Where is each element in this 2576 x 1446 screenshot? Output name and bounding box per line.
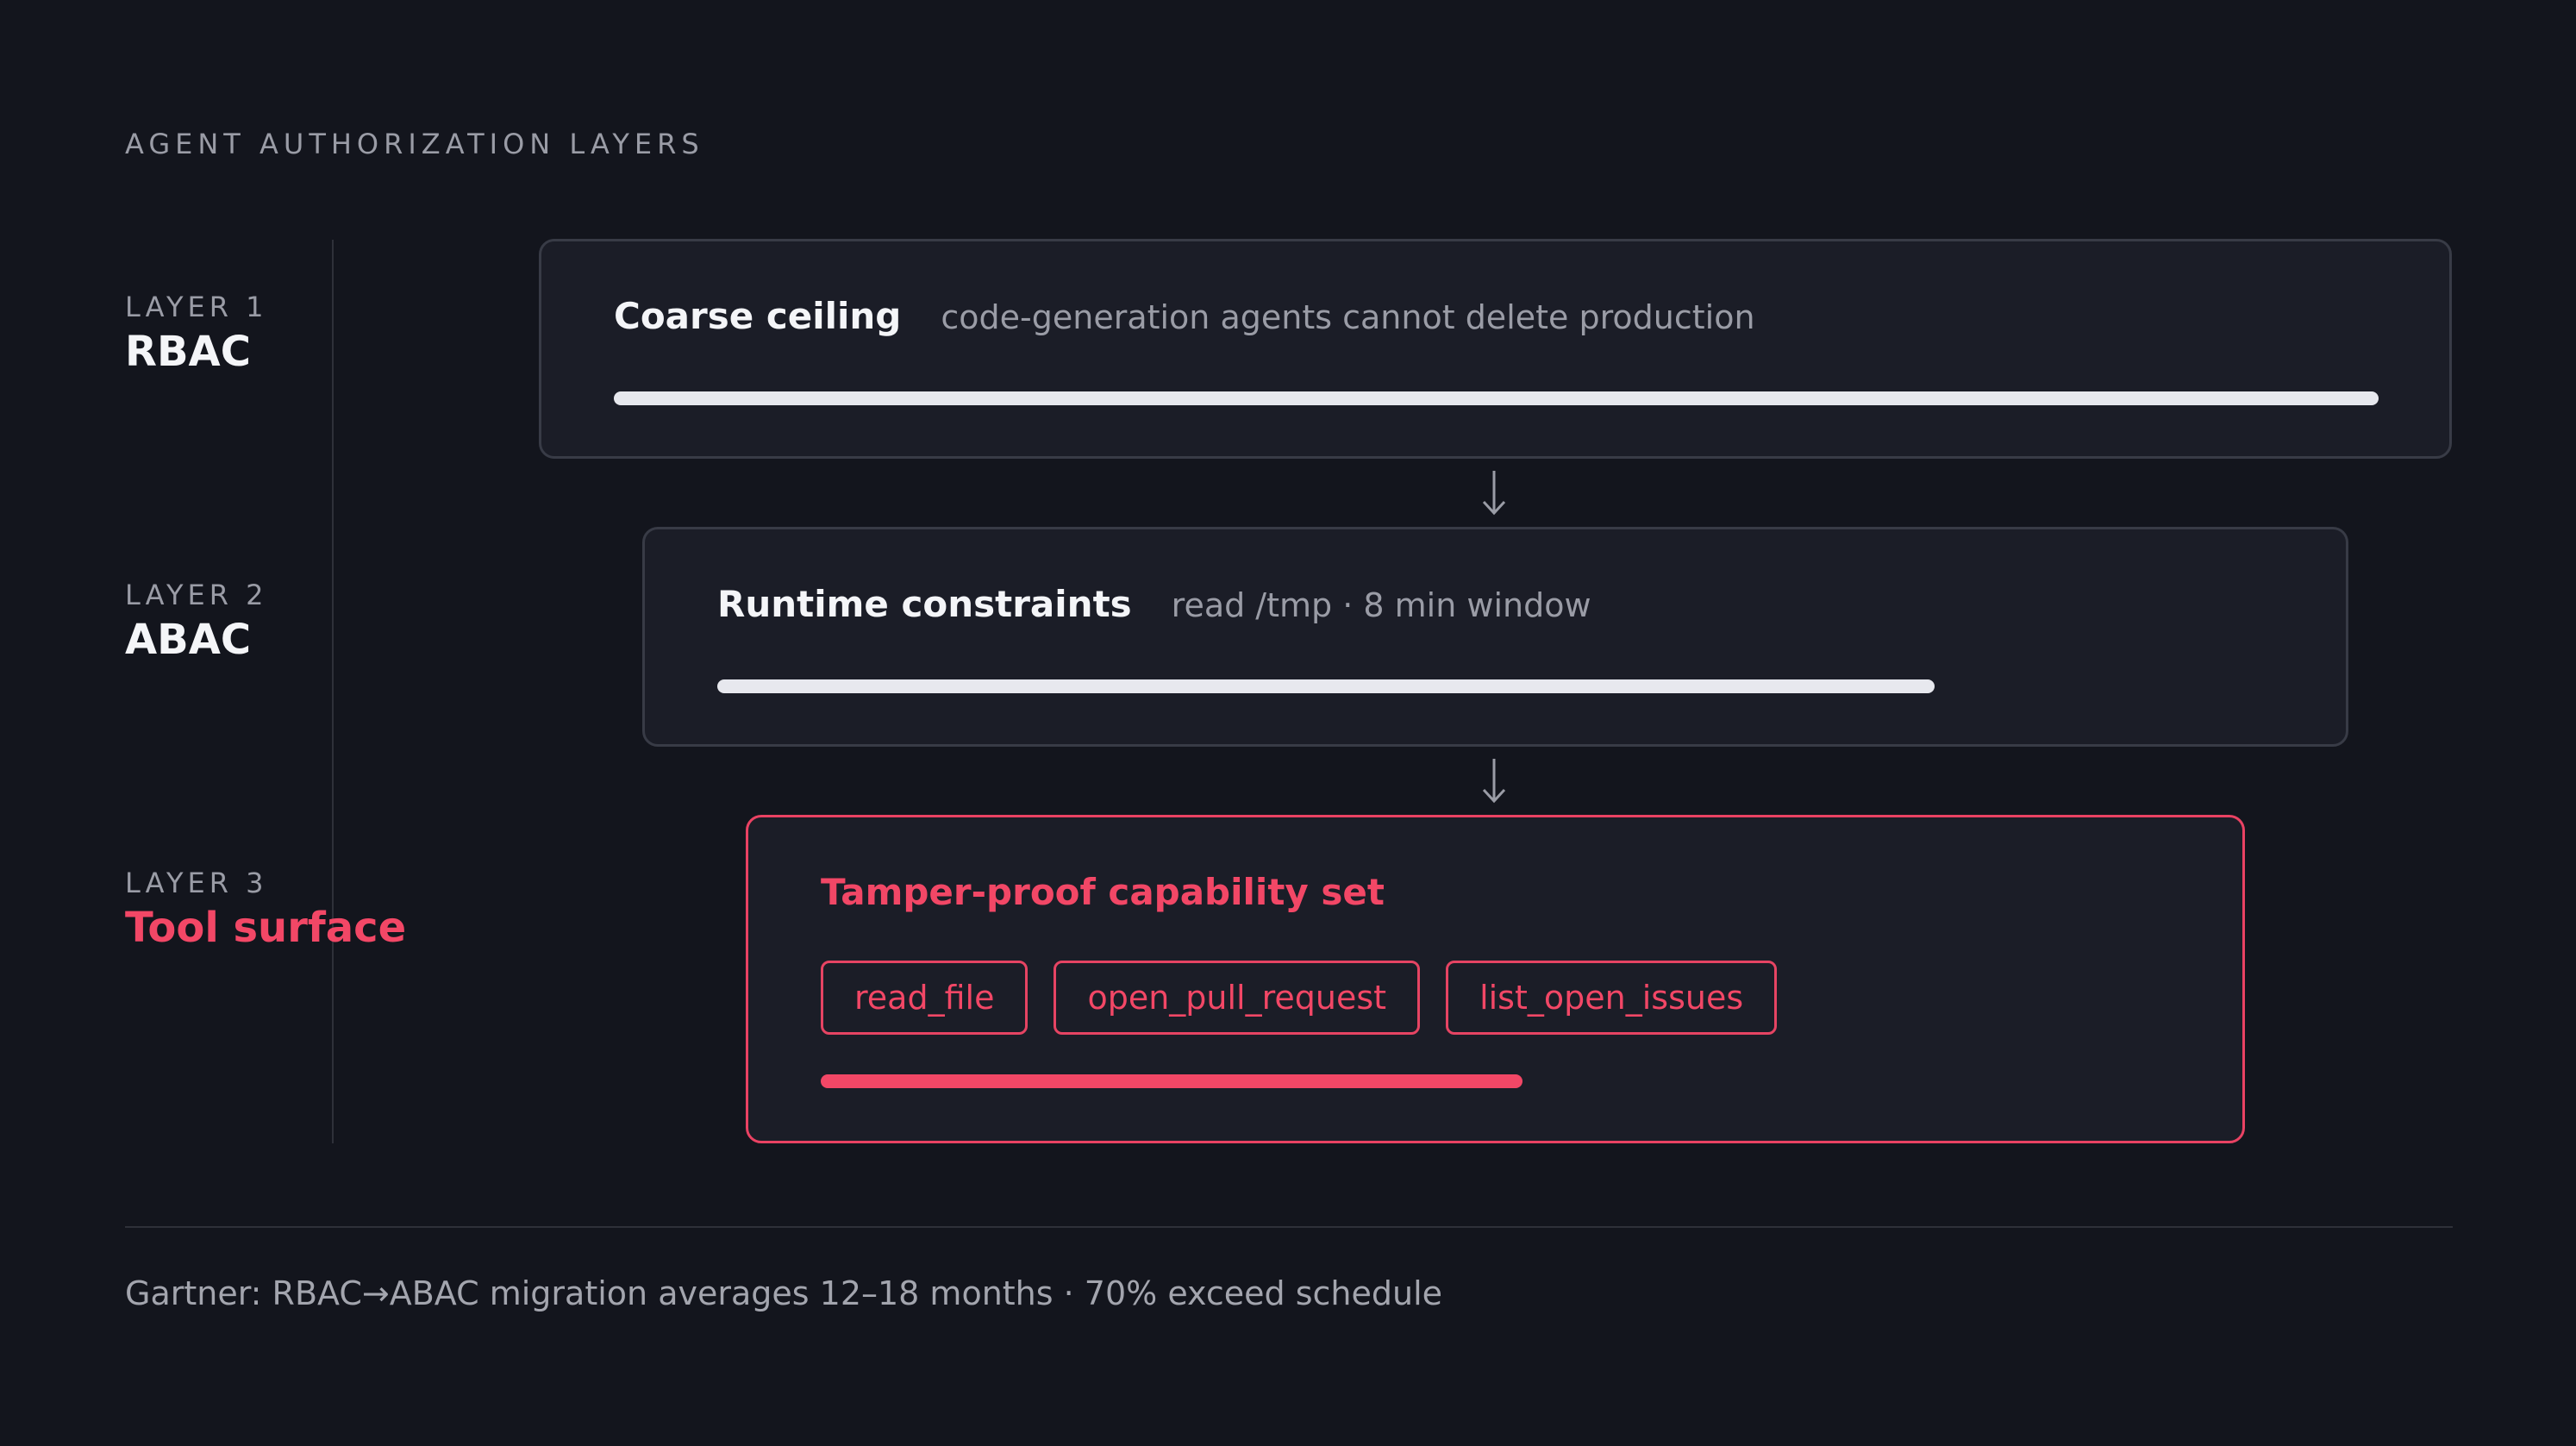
layer-3-name: Tool surface	[125, 904, 407, 952]
tool-chip-list: read_file open_pull_request list_open_is…	[821, 961, 1778, 1035]
layer-1-card-header: Coarse ceiling code-generation agents ca…	[614, 295, 1755, 337]
layer-2-name: ABAC	[125, 616, 252, 664]
layer-2-card: Runtime constraints read /tmp · 8 min wi…	[642, 527, 2348, 747]
layer-2-kicker: LAYER 2	[125, 579, 268, 611]
layer-3-card-header: Tamper-proof capability set	[821, 871, 1385, 913]
arrow-down-icon	[1482, 471, 1506, 516]
layer-1-name: RBAC	[125, 328, 251, 376]
layer-1-card-title: Coarse ceiling	[614, 295, 902, 337]
layer-3-kicker: LAYER 3	[125, 867, 268, 899]
tool-chip-list-open-issues[interactable]: list_open_issues	[1446, 961, 1778, 1035]
layer-2-card-subtitle: read /tmp · 8 min window	[1171, 586, 1591, 624]
tool-chip-read-file[interactable]: read_file	[821, 961, 1029, 1035]
layer-1-label: LAYER 1 RBAC	[125, 291, 268, 376]
layer-3-scope-bar	[821, 1074, 1522, 1088]
layer-2-card-header: Runtime constraints read /tmp · 8 min wi…	[717, 583, 1591, 625]
layer-1-card-subtitle: code-generation agents cannot delete pro…	[941, 298, 1755, 336]
layer-2-card-title: Runtime constraints	[717, 583, 1132, 625]
layer-1-scope-bar	[614, 391, 2379, 405]
layer-rail	[332, 240, 334, 1143]
tool-chip-open-pull-request[interactable]: open_pull_request	[1054, 961, 1421, 1035]
layer-2-label: LAYER 2 ABAC	[125, 579, 268, 664]
layer-3-card-title: Tamper-proof capability set	[821, 871, 1385, 913]
layer-3-label: LAYER 3 Tool surface	[125, 867, 406, 952]
footnote: Gartner: RBAC→ABAC migration averages 12…	[125, 1274, 1443, 1312]
layer-2-scope-bar	[717, 679, 1935, 693]
layer-1-card: Coarse ceiling code-generation agents ca…	[539, 239, 2452, 459]
layer-3-card: Tamper-proof capability set read_file op…	[746, 815, 2245, 1143]
arrow-down-icon	[1482, 759, 1506, 804]
diagram-title: AGENT AUTHORIZATION LAYERS	[125, 128, 704, 160]
footer-divider	[125, 1226, 2453, 1228]
layer-1-kicker: LAYER 1	[125, 291, 268, 323]
